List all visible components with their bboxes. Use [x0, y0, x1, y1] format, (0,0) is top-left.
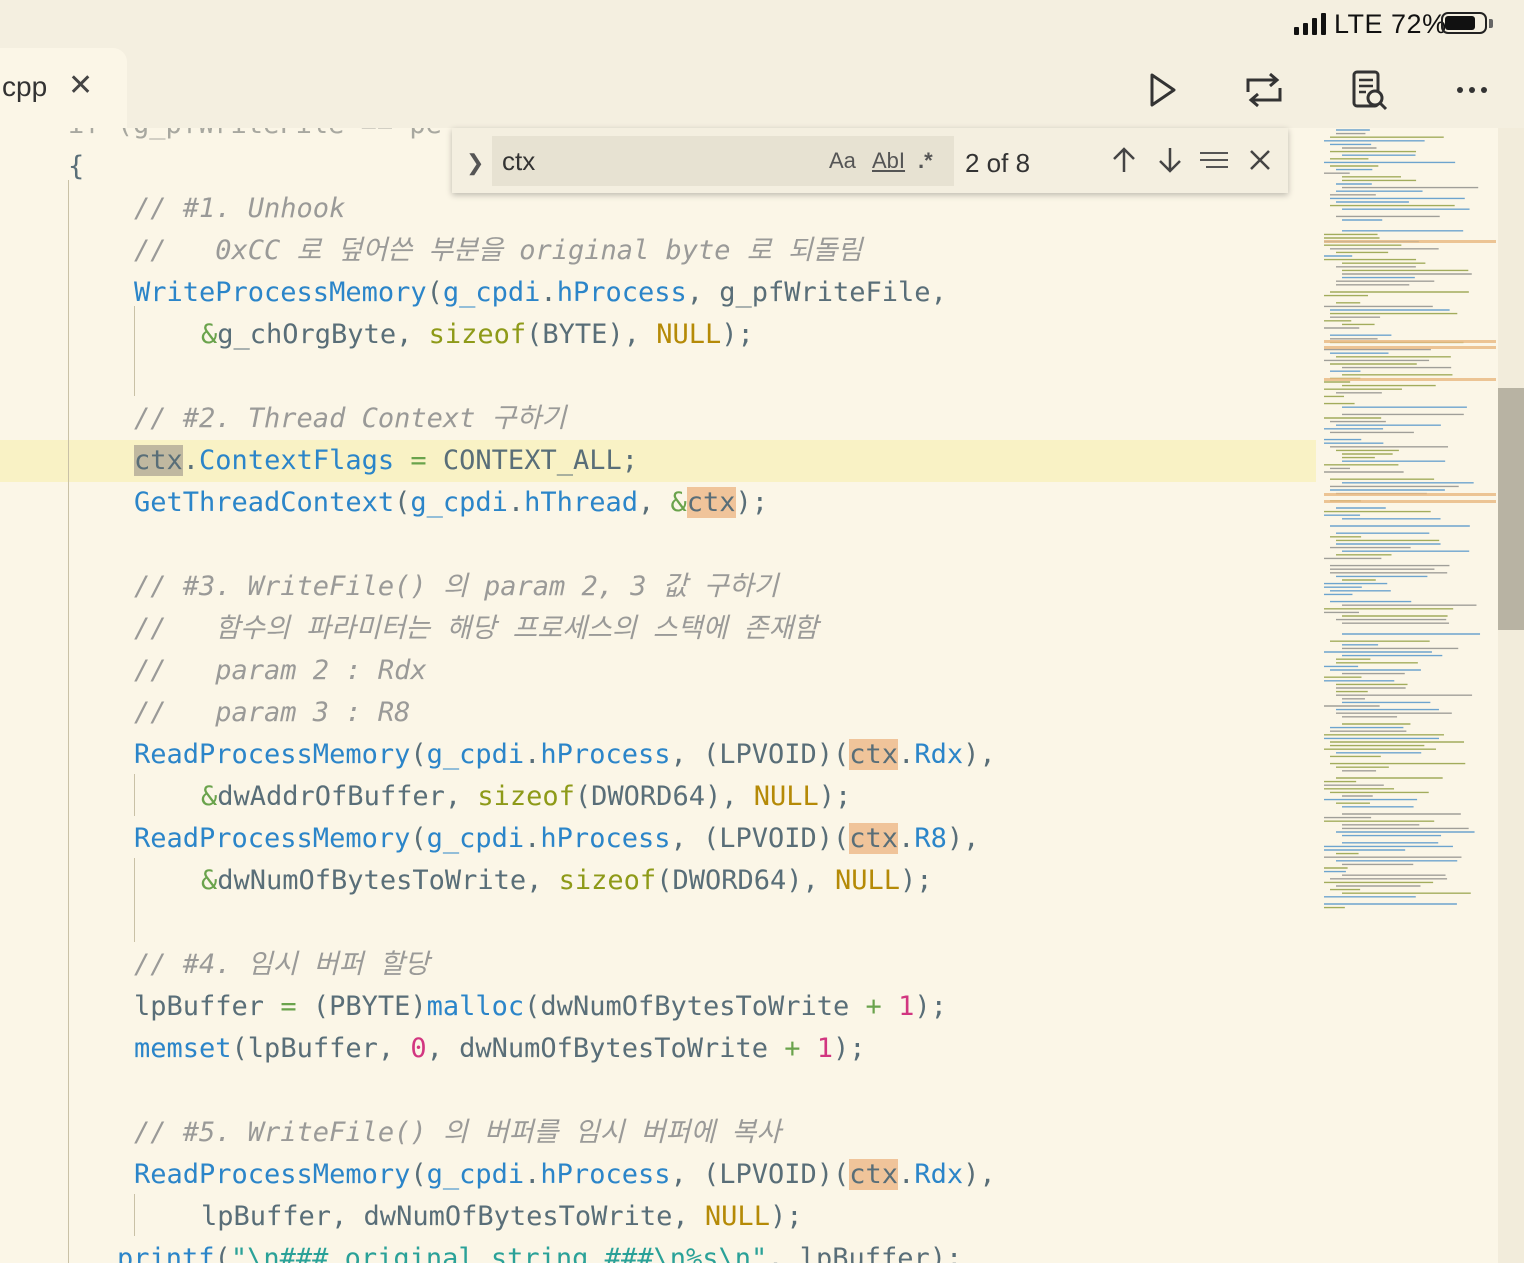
code-editor[interactable]: if (g_pfWriteFile == pe { // #1. Unhook … [0, 128, 1316, 1263]
preview-icon[interactable] [1346, 68, 1390, 112]
code-line: lpBuffer = (PBYTE)malloc(dwNumOfBytesToW… [134, 991, 947, 1022]
code-line: // #4. 임시 버퍼 할당 [134, 949, 430, 980]
close-icon[interactable]: ✕ [68, 68, 93, 103]
code-line: &dwAddrOfBuffer, sizeof(DWORD64), NULL); [201, 781, 852, 812]
chevron-right-icon[interactable]: ❯ [466, 150, 484, 176]
code-line: WriteProcessMemory(g_cpdi.hProcess, g_pf… [134, 277, 947, 308]
arrow-up-icon[interactable] [1108, 144, 1140, 176]
code-line: // #3. WriteFile() 의 param 2, 3 값 구하기 [134, 571, 779, 602]
code-line: // #5. WriteFile() 의 버퍼를 임시 버퍼에 복사 [134, 1117, 782, 1148]
indent-guide [134, 858, 135, 942]
minimap-match-marker [1324, 378, 1496, 381]
code-line: // param 3 : R8 [134, 697, 411, 728]
battery-icon [1441, 12, 1487, 34]
code-line: &g_chOrgByte, sizeof(BYTE), NULL); [201, 319, 754, 350]
vertical-scrollbar[interactable] [1498, 128, 1524, 1263]
match-count: 2 of 8 [965, 148, 1031, 178]
battery-cap [1489, 19, 1493, 28]
tab-cpp[interactable]: cpp ✕ [0, 48, 127, 128]
code-line: printf("\n### original string ###\n%s\n"… [117, 1243, 963, 1263]
code-line: // 0xCC 로 덮어쓴 부분을 original byte 로 되돌림 [134, 235, 863, 266]
arrow-down-icon[interactable] [1154, 144, 1186, 176]
run-icon[interactable] [1140, 68, 1184, 112]
find-in-selection-icon[interactable] [1198, 144, 1230, 176]
indent-guide [68, 180, 69, 1263]
code-line: if (g_pfWriteFile == pe [68, 128, 442, 146]
carrier-label: LTE 72% [1334, 9, 1447, 39]
code-line: GetThreadContext(g_cpdi.hThread, &ctx); [134, 487, 769, 518]
whole-word-toggle[interactable]: AbI [872, 148, 905, 174]
code-line: memset(lpBuffer, 0, dwNumOfBytesToWrite … [134, 1033, 866, 1064]
tab-bar: cpp ✕ [0, 48, 1524, 128]
code-line: &dwNumOfBytesToWrite, sizeof(DWORD64), N… [201, 865, 933, 896]
code-line: ReadProcessMemory(g_cpdi.hProcess, (LPVO… [134, 1159, 996, 1190]
indent-guide [134, 306, 135, 396]
code-line: { [68, 151, 85, 182]
more-icon[interactable] [1452, 68, 1496, 112]
code-line: ReadProcessMemory(g_cpdi.hProcess, (LPVO… [134, 739, 996, 770]
code-line: // #2. Thread Context 구하기 [134, 403, 567, 434]
code-line: // #1. Unhook [134, 193, 346, 224]
minimap-match-marker [1324, 340, 1496, 343]
indent-guide [134, 1194, 135, 1236]
minimap-match-marker [1324, 500, 1496, 503]
scrollbar-thumb[interactable] [1498, 388, 1524, 630]
code-line: lpBuffer, dwNumOfBytesToWrite, NULL); [201, 1201, 803, 1232]
code-line: // param 2 : Rdx [134, 655, 427, 686]
match-case-toggle[interactable]: Aa [829, 148, 856, 174]
signal-icon [1294, 13, 1326, 35]
tab-label: cpp [2, 71, 48, 102]
indent-guide [134, 774, 135, 816]
minimap-match-marker [1324, 493, 1496, 496]
find-widget: ❯ Aa AbI .* 2 of 8 [452, 128, 1288, 193]
compare-icon[interactable] [1242, 68, 1286, 112]
code-line: // 함수의 파라미터는 해당 프로세스의 스택에 존재함 [134, 613, 819, 644]
minimap-match-marker [1324, 240, 1496, 243]
minimap[interactable] [1320, 128, 1498, 1263]
close-find-icon[interactable] [1244, 144, 1276, 176]
code-line: ReadProcessMemory(g_cpdi.hProcess, (LPVO… [134, 823, 980, 854]
minimap-match-marker [1324, 346, 1496, 349]
status-bar: LTE 72% [0, 0, 1524, 48]
code-line: ctx.ContextFlags = CONTEXT_ALL; [134, 445, 638, 476]
regex-toggle[interactable]: .* [918, 148, 933, 174]
